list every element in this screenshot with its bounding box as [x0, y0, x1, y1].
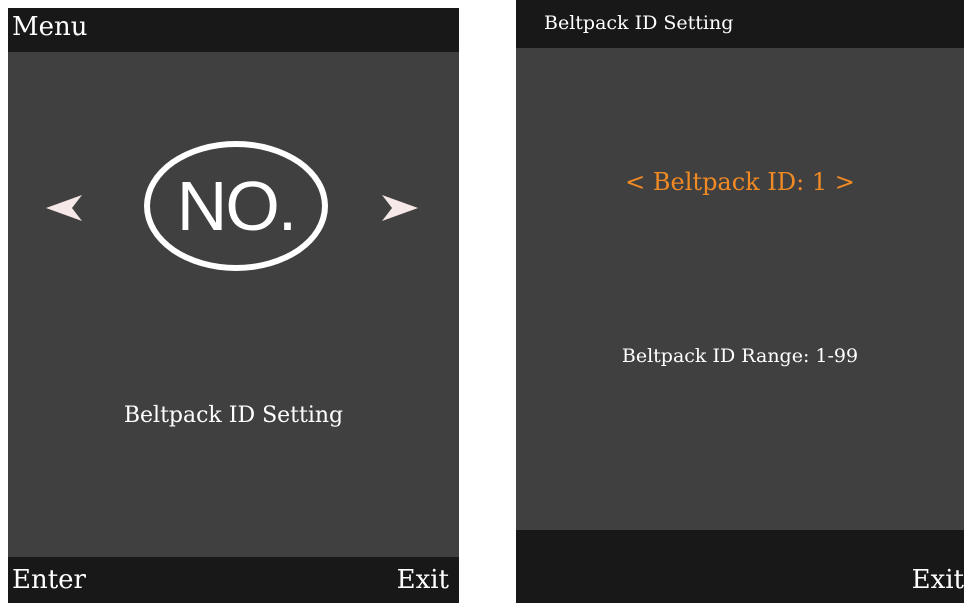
id-setting-softkey-bar: Exit	[516, 530, 964, 603]
beltpack-id-label: Beltpack ID:	[652, 168, 805, 196]
menu-screen: Menu NO. Beltpack ID Setting Enter Exit	[8, 8, 459, 603]
menu-title: Menu	[12, 12, 88, 42]
number-icon-text: NO.	[176, 167, 297, 245]
exit-softkey[interactable]: Exit	[912, 565, 964, 595]
menu-softkey-bar: Enter Exit	[8, 557, 459, 603]
id-setting-title: Beltpack ID Setting	[544, 12, 734, 34]
exit-softkey[interactable]: Exit	[397, 565, 449, 595]
beltpack-id-selector[interactable]: < Beltpack ID: 1 >	[516, 168, 964, 196]
menu-prev-arrow-icon[interactable]	[44, 193, 84, 223]
increment-chevron-icon[interactable]: >	[835, 168, 855, 196]
beltpack-id-range: Beltpack ID Range: 1-99	[621, 345, 859, 367]
number-icon: NO.	[144, 141, 328, 271]
menu-next-arrow-icon[interactable]	[380, 193, 420, 223]
beltpack-id-value: 1	[811, 168, 828, 196]
id-setting-screen: Beltpack ID Setting < Beltpack ID: 1 > B…	[516, 0, 964, 603]
enter-softkey[interactable]: Enter	[12, 565, 86, 595]
menu-title-bar: Menu	[8, 8, 459, 52]
id-setting-title-bar: Beltpack ID Setting	[516, 0, 964, 48]
decrement-chevron-icon[interactable]: <	[625, 168, 645, 196]
menu-item-label: Beltpack ID Setting	[123, 403, 344, 428]
